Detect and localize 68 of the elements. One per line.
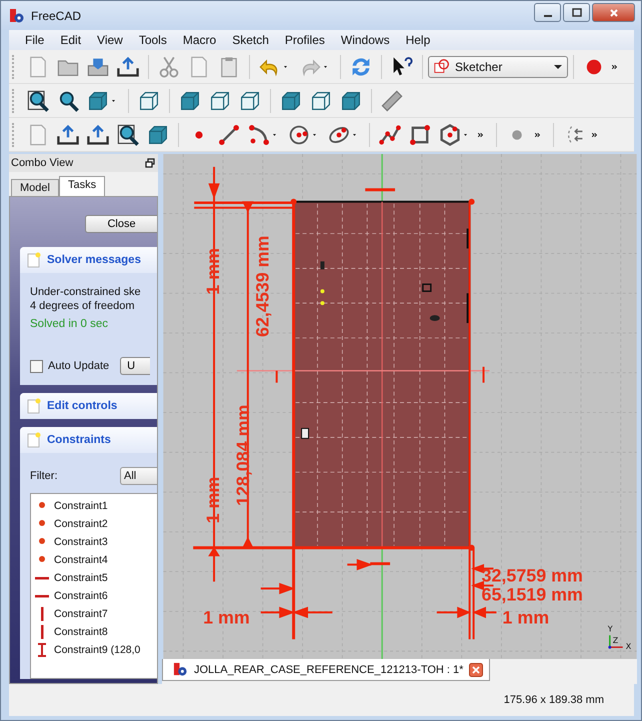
undock-icon[interactable] (145, 158, 155, 168)
constraint-item[interactable]: Constraint6 (54, 590, 108, 602)
note-icon (27, 432, 41, 448)
menu-item[interactable]: Sketch (224, 33, 277, 47)
workbench-dropdown[interactable]: Sketcher (428, 56, 568, 78)
view-sketch-icon[interactable] (116, 122, 140, 146)
i-beam-icon (35, 643, 49, 657)
axis-label: Y (608, 624, 613, 634)
axis-triad-drawing (608, 635, 623, 649)
tray-icon[interactable] (116, 54, 140, 78)
menu-item[interactable]: Macro (174, 33, 224, 47)
menu-item[interactable]: Tools (130, 33, 175, 47)
panel-title: Combo View (11, 157, 74, 169)
window-title: FreeCAD (31, 8, 82, 22)
axis-label: X (626, 642, 632, 652)
constraint-item[interactable]: Constraint2 (54, 518, 108, 530)
solver-status: Solved in 0 sec (30, 318, 109, 330)
panel-tab[interactable]: Model (11, 179, 59, 196)
menu-item[interactable]: Edit (52, 33, 90, 47)
corner-point[interactable] (290, 198, 297, 205)
polyline-icon[interactable] (378, 122, 402, 146)
close-button[interactable] (592, 3, 635, 22)
menu-item[interactable]: File (17, 33, 52, 47)
update-button[interactable]: U (120, 357, 150, 375)
constraint-item[interactable]: Constraint9 (128,0 (54, 644, 140, 656)
maximize-button[interactable] (563, 3, 590, 22)
document-tab[interactable]: JOLLA_REAR_CASE_REFERENCE_121213-TOH : 1* (162, 659, 490, 682)
status-dimensions: 175.96 x 189.38 mm (504, 694, 604, 706)
maximize-icon (572, 8, 582, 18)
note-icon (27, 398, 41, 414)
menu-item[interactable]: Profiles (276, 33, 333, 47)
filter-label: Filter: (30, 470, 58, 482)
menu-item[interactable]: Windows (332, 33, 398, 47)
corner-point[interactable] (468, 198, 475, 205)
ruler-icon[interactable] (380, 88, 404, 112)
minimize-button[interactable] (534, 3, 561, 22)
solver-message: Under-constrained ske 4 degrees of freedom (30, 285, 142, 313)
circle-icon[interactable] (287, 122, 311, 146)
close-button[interactable]: Close (85, 215, 157, 233)
arc-icon[interactable] (247, 122, 271, 146)
app-logo-icon (9, 8, 25, 24)
close-tab-icon[interactable] (469, 662, 484, 677)
export-icon[interactable] (86, 122, 110, 146)
note-icon (27, 252, 41, 268)
checkbox-label: Auto Update (48, 360, 110, 372)
menu-item[interactable]: View (89, 33, 131, 47)
axis-label: Z (612, 636, 618, 646)
filter-dropdown[interactable]: All (120, 467, 157, 485)
rectangle-icon[interactable] (408, 122, 432, 146)
panel-tab[interactable]: Tasks (58, 176, 106, 196)
sketcher-icon (433, 58, 451, 76)
fit-all-icon[interactable] (26, 88, 50, 112)
polygon-icon[interactable] (438, 122, 462, 146)
corner-point[interactable] (468, 544, 475, 551)
line-icon[interactable] (217, 122, 241, 146)
app-logo-icon (173, 662, 188, 678)
constraint-item[interactable]: Constraint8 (54, 626, 108, 638)
constraint-item[interactable]: Constraint5 (54, 572, 108, 584)
import-icon[interactable] (56, 122, 80, 146)
constraint-item[interactable]: Constraint4 (54, 554, 108, 566)
minimize-icon (544, 14, 552, 16)
checkbox[interactable] (30, 360, 43, 372)
sketch-canvas[interactable]: 1 mm 62,4539 mm 128,084 mm 1 mm 32,5759 mm 65,1519 mm 1 mm 1 mm Y Z X (162, 154, 638, 660)
constraint-item[interactable]: Constraint7 (54, 608, 108, 620)
menu-item[interactable]: Help (398, 33, 438, 47)
constraint-item[interactable]: Constraint3 (54, 536, 108, 548)
constraint-item[interactable]: Constraint1 (54, 500, 108, 512)
close-icon (608, 8, 618, 18)
